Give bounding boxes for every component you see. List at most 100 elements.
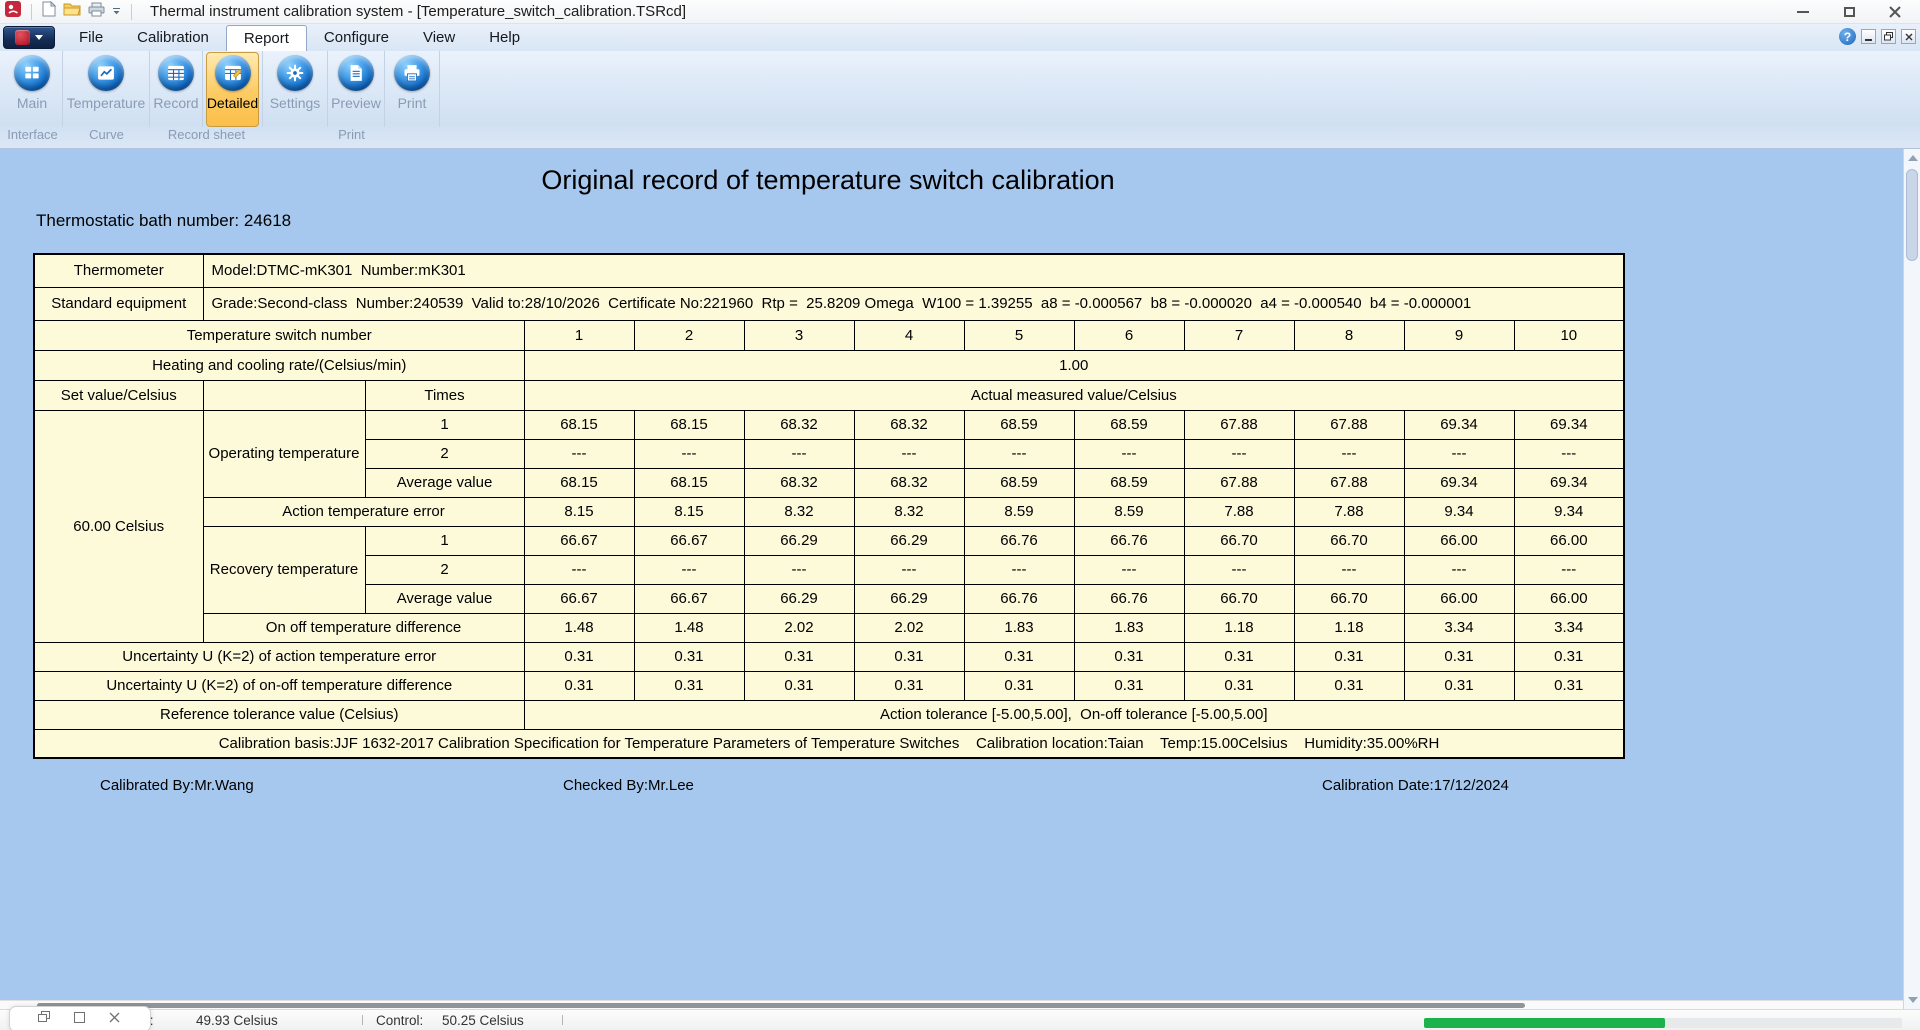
table-cell: 69.34	[1514, 468, 1624, 497]
table-cell: 0.31	[634, 671, 744, 700]
tab-help[interactable]: Help	[472, 24, 537, 51]
maximize-button[interactable]	[1826, 0, 1872, 24]
open-folder-icon[interactable]	[63, 2, 81, 21]
group-label-curve: Curve	[63, 127, 150, 145]
table-cell: Operating temperature	[203, 410, 365, 497]
settings-button[interactable]: Settings	[263, 51, 328, 127]
vertical-scrollbar-thumb[interactable]	[1906, 169, 1918, 261]
print-button[interactable]: Print	[385, 51, 440, 127]
table-cell: 0.31	[1184, 671, 1294, 700]
table-cell: 1.48	[634, 613, 744, 642]
table-cell: 8.15	[634, 497, 744, 526]
quick-access-toolbar: Thermal instrument calibration system - …	[5, 1, 686, 22]
table-row: On off temperature difference 1.481.482.…	[34, 613, 1624, 642]
preview-button[interactable]: Preview	[328, 51, 385, 127]
tab-configure[interactable]: Configure	[307, 24, 406, 51]
mini-close-icon[interactable]	[109, 1010, 120, 1028]
table-cell: ---	[1184, 439, 1294, 468]
table-cell: 1.18	[1294, 613, 1404, 642]
tab-view[interactable]: View	[406, 24, 472, 51]
horizontal-scrollbar-thumb[interactable]	[37, 1003, 1525, 1008]
tab-calibration[interactable]: Calibration	[120, 24, 226, 51]
table-cell: ---	[854, 439, 964, 468]
table-cell: 68.32	[854, 410, 964, 439]
table-cell: 66.70	[1184, 584, 1294, 613]
mdi-close-button[interactable]	[1901, 29, 1916, 44]
mini-maximize-icon[interactable]	[74, 1010, 85, 1028]
table-cell: 66.76	[964, 526, 1074, 555]
progress-bar	[1424, 1018, 1902, 1028]
table-row: Uncertainty U (K=2) of action temperatur…	[34, 642, 1624, 671]
mdi-restore-button[interactable]	[1881, 29, 1896, 44]
record-sheet-icon	[158, 55, 194, 91]
table-cell: Action tolerance [-5.00,5.00], On-off to…	[524, 700, 1624, 729]
table-cell: 66.29	[854, 584, 964, 613]
separator	[31, 4, 32, 20]
table-cell: 4	[854, 320, 964, 350]
table-cell: Thermometer	[34, 254, 203, 287]
table-cell: Grade:Second-class Number:240539 Valid t…	[203, 287, 1624, 320]
table-cell: Recovery temperature	[203, 526, 365, 613]
group-label-print: Print	[263, 127, 440, 145]
table-cell: 7.88	[1184, 497, 1294, 526]
table-cell: 1	[365, 526, 524, 555]
table-cell: 67.88	[1294, 410, 1404, 439]
tab-report[interactable]: Report	[226, 25, 307, 51]
status-separator	[362, 1015, 363, 1025]
table-cell: 3.34	[1514, 613, 1624, 642]
minimize-button[interactable]	[1780, 0, 1826, 24]
table-cell: 0.31	[634, 642, 744, 671]
table-cell: 0.31	[1514, 671, 1624, 700]
table-cell: Temperature switch number	[34, 320, 524, 350]
detailed-button[interactable]: Detailed	[203, 51, 263, 127]
table-cell: 68.15	[634, 410, 744, 439]
scroll-up-arrow-icon[interactable]	[1908, 155, 1918, 161]
table-cell: 0.31	[744, 642, 854, 671]
ribbon-group-interface: Main Interface	[2, 51, 63, 148]
new-document-icon[interactable]	[42, 1, 56, 22]
table-cell: 66.29	[744, 526, 854, 555]
table-cell: 68.15	[524, 468, 634, 497]
scroll-down-arrow-icon[interactable]	[1908, 997, 1918, 1003]
report-canvas: Original record of temperature switch ca…	[0, 149, 1903, 1000]
table-row: Heating and cooling rate/(Celsius/min) 1…	[34, 350, 1624, 380]
table-cell: 0.31	[1294, 671, 1404, 700]
table-cell: 0.31	[1404, 642, 1514, 671]
detailed-sheet-icon	[215, 55, 251, 91]
tab-file[interactable]: File	[62, 24, 120, 51]
help-icon[interactable]: ?	[1839, 28, 1856, 45]
qat-dropdown-icon[interactable]	[112, 3, 121, 21]
horizontal-scrollbar[interactable]	[0, 1000, 1903, 1009]
table-cell: 1.18	[1184, 613, 1294, 642]
mini-restore-icon[interactable]	[38, 1010, 50, 1028]
vertical-scrollbar[interactable]	[1903, 149, 1920, 1009]
table-cell: 0.31	[1514, 642, 1624, 671]
table-cell: 2.02	[854, 613, 964, 642]
close-button[interactable]	[1872, 0, 1918, 24]
document-preview-icon	[338, 55, 374, 91]
table-cell: 68.32	[854, 468, 964, 497]
table-cell: 5	[964, 320, 1074, 350]
print-quick-icon[interactable]	[88, 2, 105, 22]
main-button[interactable]: Main	[2, 51, 63, 127]
mini-window-controls	[9, 1006, 151, 1030]
mdi-minimize-button[interactable]	[1861, 29, 1876, 44]
record-button[interactable]: Record	[150, 51, 203, 127]
printer-icon	[394, 55, 430, 91]
table-cell: 8.59	[1074, 497, 1184, 526]
application-menu-button[interactable]	[3, 26, 55, 49]
table-cell: 0.31	[964, 671, 1074, 700]
table-cell: 67.88	[1184, 468, 1294, 497]
table-cell: Times	[365, 380, 524, 410]
table-cell: Action temperature error	[203, 497, 524, 526]
table-cell: 0.31	[1074, 671, 1184, 700]
table-cell	[203, 380, 365, 410]
table-row: Calibration basis:JJF 1632-2017 Calibrat…	[34, 729, 1624, 758]
table-cell: 2	[634, 320, 744, 350]
table-cell: 66.00	[1514, 584, 1624, 613]
temperature-curve-button[interactable]: Temperature	[63, 51, 150, 127]
table-cell: 2	[365, 439, 524, 468]
table-cell: 3	[744, 320, 854, 350]
app-badge-icon	[15, 30, 30, 45]
table-row: Recovery temperature 1 66.6766.6766.2966…	[34, 526, 1624, 555]
